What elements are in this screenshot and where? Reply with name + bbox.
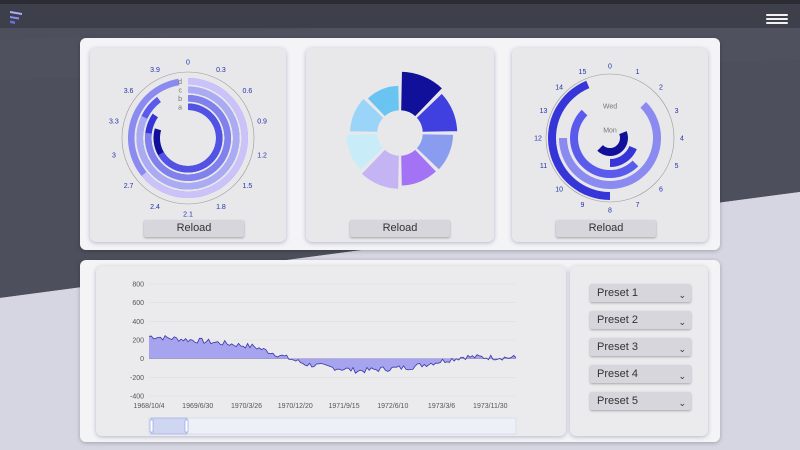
- hour-tick-label: 10: [555, 186, 563, 193]
- app-logo-icon: [10, 11, 22, 24]
- chevron-down-icon: ⌄: [678, 398, 686, 408]
- hour-tick-label: 14: [555, 85, 563, 92]
- zoom-handle-right[interactable]: [184, 419, 189, 433]
- preset-label: Preset 2: [597, 314, 638, 326]
- charts-panel: 0 0.3 0.6 0.9 1.2 1.5 1.8 2.1 2.4 2.7 3 3.3 3.6 3.9 a b…: [80, 38, 720, 250]
- y-tick-label: -400: [130, 394, 144, 401]
- preset-label: Preset 1: [597, 287, 638, 299]
- timeseries-chart: 800 600 400 200 0 -200 -400 1968/10/4 1969/6/30 1…: [130, 282, 517, 435]
- preset-select-2[interactable]: Preset 2 ⌄: [590, 311, 691, 329]
- hamburger-icon[interactable]: [766, 14, 788, 26]
- radius-category-label: b: [178, 96, 182, 103]
- angle-tick-label: 3.3: [109, 119, 119, 126]
- x-tick-label: 1969/6/30: [182, 403, 213, 410]
- hour-tick-label: 5: [675, 163, 679, 170]
- radius-label: Wed: [603, 104, 617, 111]
- timeseries-card: 800 600 400 200 0 -200 -400 1968/10/4 1969/6/30 1…: [96, 266, 566, 436]
- hour-tick-label: 15: [579, 69, 587, 76]
- preset-select-1[interactable]: Preset 1 ⌄: [590, 284, 691, 302]
- polar-bar-card: 0 0.3 0.6 0.9 1.2 1.5 1.8 2.1 2.4 2.7 3 3.3 3.6 3.9 a b…: [90, 48, 286, 242]
- rose-chart: [344, 70, 459, 191]
- angle-tick-label: 2.4: [150, 204, 160, 211]
- angle-tick-label: 1.2: [257, 152, 267, 159]
- hour-tick-label: 4: [680, 136, 684, 143]
- polar-hours-chart: 0123456789101112131415MonWed: [534, 64, 684, 215]
- hour-tick-label: 3: [675, 108, 679, 115]
- chevron-down-icon: ⌄: [678, 344, 686, 354]
- preset-label: Preset 5: [597, 395, 638, 407]
- x-tick-label: 1968/10/4: [133, 403, 164, 410]
- y-tick-label: -200: [130, 375, 144, 382]
- timeseries-panel: 800 600 400 200 0 -200 -400 1968/10/4 1969/6/30 1…: [80, 260, 720, 442]
- polar-hours-card: 0 1 2 3 4 5 6 7 8 9 10 11 12 13 14 15 Mon Wed Reload: [512, 48, 708, 242]
- x-tick-label: 1973/11/30: [473, 403, 508, 410]
- radius-category-label: d: [178, 79, 182, 86]
- radius-category-label: c: [179, 87, 183, 94]
- preset-card: Preset 1 ⌄ Preset 2 ⌄ Preset 3 ⌄ Preset 4 ⌄ …: [570, 266, 708, 436]
- hour-tick-label: 12: [534, 136, 542, 143]
- y-tick-label: 400: [132, 319, 144, 326]
- x-tick-label: 1970/3/26: [231, 403, 262, 410]
- y-tick-label: 800: [132, 282, 144, 289]
- reload-button[interactable]: Reload: [144, 220, 244, 237]
- chevron-down-icon: ⌄: [678, 290, 686, 300]
- preset-label: Preset 3: [597, 341, 638, 353]
- angle-tick-label: 0.3: [216, 67, 226, 74]
- hour-tick-label: 8: [608, 208, 612, 215]
- radius-label: Mon: [603, 128, 617, 135]
- angle-tick-label: 3.9: [150, 67, 160, 74]
- x-tick-label: 1971/9/15: [328, 403, 359, 410]
- radius-category-label: a: [178, 104, 182, 111]
- angle-tick-label: 1.5: [243, 183, 253, 190]
- preset-select-4[interactable]: Preset 4 ⌄: [590, 365, 691, 383]
- hour-tick-label: 13: [540, 108, 548, 115]
- reload-button[interactable]: Reload: [350, 220, 450, 237]
- hour-tick-label: 6: [659, 186, 663, 193]
- chevron-down-icon: ⌄: [678, 371, 686, 381]
- angle-tick-label: 2.1: [183, 212, 193, 219]
- rose-card: Reload: [306, 48, 494, 242]
- polar-bar[interactable]: [570, 109, 639, 178]
- hour-tick-label: 0: [608, 64, 612, 71]
- y-tick-label: 600: [132, 300, 144, 307]
- y-tick-label: 0: [140, 356, 144, 363]
- angle-tick-label: 3: [112, 152, 116, 159]
- angle-tick-label: 0.6: [243, 88, 253, 95]
- preset-select-3[interactable]: Preset 3 ⌄: [590, 338, 691, 356]
- top-bar: [0, 0, 800, 28]
- angle-tick-label: 1.8: [216, 204, 226, 211]
- hour-tick-label: 2: [659, 85, 663, 92]
- x-tick-label: 1972/6/10: [377, 403, 408, 410]
- angle-tick-label: 0.9: [257, 119, 267, 126]
- polar-bar-chart: 0 0.3 0.6 0.9 1.2 1.5 1.8 2.1 2.4 2.7 3 3.3 3.6 3.9 ab…: [109, 60, 267, 219]
- hour-tick-label: 9: [580, 202, 584, 209]
- hour-tick-label: 11: [540, 163, 547, 170]
- hour-tick-label: 1: [636, 69, 640, 76]
- x-tick-label: 1973/3/6: [428, 403, 455, 410]
- zoom-slider-track[interactable]: [148, 417, 517, 435]
- angle-tick-label: 3.6: [124, 88, 134, 95]
- angle-tick-label: 0: [186, 60, 190, 67]
- polar-bar[interactable]: [158, 103, 223, 173]
- reload-button[interactable]: Reload: [556, 220, 656, 237]
- x-tick-label: 1970/12/20: [278, 403, 313, 410]
- y-tick-label: 200: [132, 338, 144, 345]
- preset-label: Preset 4: [597, 368, 638, 380]
- zoom-handle-left[interactable]: [149, 419, 154, 433]
- chevron-down-icon: ⌄: [678, 317, 686, 327]
- preset-select-5[interactable]: Preset 5 ⌄: [590, 392, 691, 410]
- hour-tick-label: 7: [636, 202, 640, 209]
- polar-bar[interactable]: [597, 131, 628, 156]
- zoom-slider-window[interactable]: [150, 417, 188, 435]
- angle-tick-label: 2.7: [124, 183, 134, 190]
